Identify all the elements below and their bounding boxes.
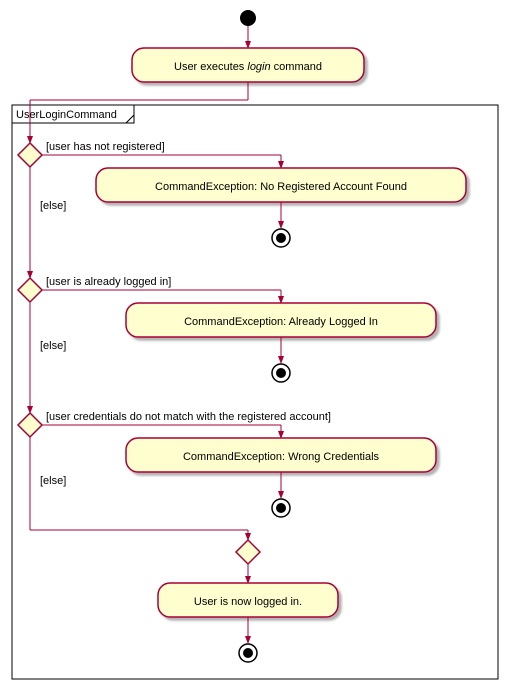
final-activity-label: User is now logged in.: [194, 596, 302, 608]
decision-3-else: [else]: [40, 475, 66, 487]
exception-2-label: CommandException: Already Logged In: [184, 316, 378, 328]
decision-1-cond: [user has not registered]: [46, 141, 165, 153]
decision-3: [18, 413, 42, 437]
partition-title: UserLoginCommand: [16, 109, 117, 121]
activity-diagram: User executes login command UserLoginCom…: [0, 0, 506, 688]
exception-1-label: CommandException: No Registered Account …: [155, 181, 407, 193]
decision-2: [18, 278, 42, 302]
decision-1-else: [else]: [40, 200, 66, 212]
start-activity-label: User executes login command: [174, 61, 322, 73]
initial-node: [240, 10, 256, 26]
exception-3-label: CommandException: Wrong Credentials: [183, 451, 380, 463]
decision-2-cond: [user is already logged in]: [46, 276, 171, 288]
decision-2-else: [else]: [40, 340, 66, 352]
merge-node: [236, 540, 260, 564]
decision-1: [18, 143, 42, 167]
decision-3-cond: [user credentials do not match with the …: [46, 411, 331, 423]
